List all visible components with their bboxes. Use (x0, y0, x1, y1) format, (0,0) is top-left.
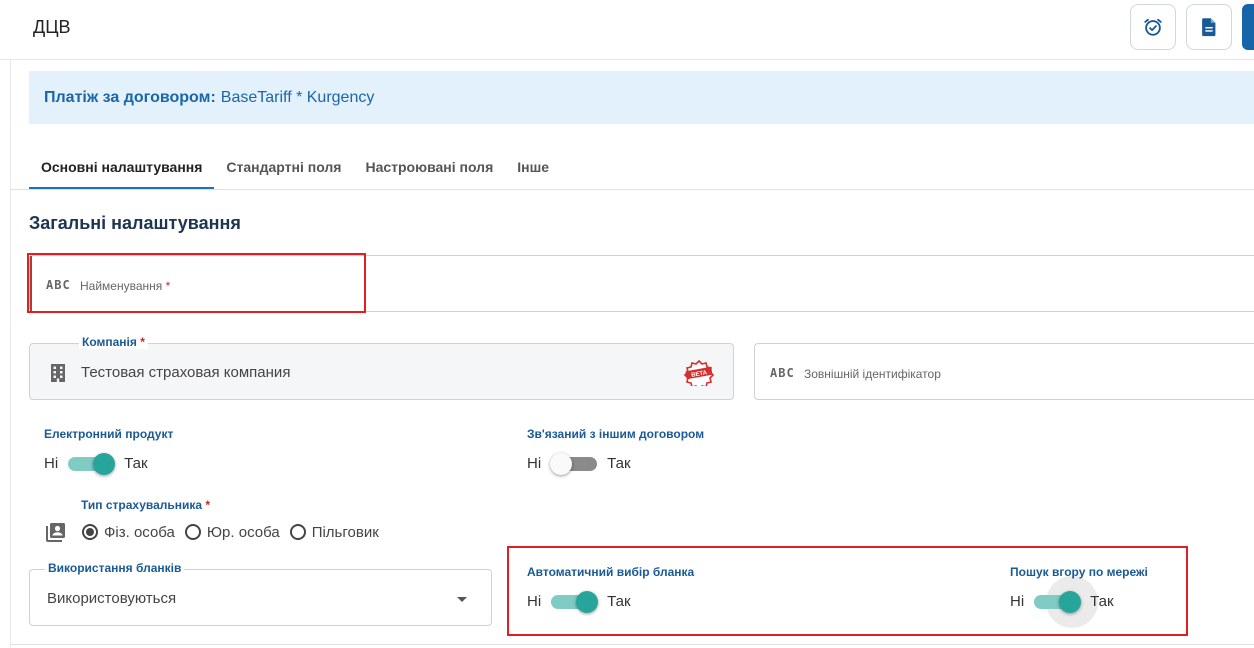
alarm-button[interactable] (1130, 4, 1176, 50)
text-abc-icon: ABC (770, 366, 795, 380)
tab-custom-fields[interactable]: Настроювані поля (353, 146, 505, 189)
tab-bar: Основні налаштування Стандартні поля Нас… (29, 146, 561, 189)
chevron-down-icon (457, 597, 467, 602)
radio-individual[interactable]: Фіз. особа (82, 524, 175, 541)
menu-button-edge[interactable] (1242, 4, 1254, 50)
company-field[interactable]: Тестовая страховая компания BETA (29, 343, 734, 400)
tab-other[interactable]: Інше (505, 146, 561, 189)
radio-beneficiary[interactable]: Пільговик (289, 524, 379, 541)
contact-list-icon (46, 523, 65, 542)
linked-contract-toggle-row: Ні Так (527, 452, 631, 475)
tabs-divider (10, 189, 1254, 190)
document-button[interactable] (1186, 4, 1232, 50)
beta-badge-icon: BETA (683, 360, 715, 386)
electronic-product-label: Електронний продукт (44, 427, 174, 441)
alarm-check-icon (1144, 18, 1162, 36)
insurer-type-label: Тип страхувальника * (81, 498, 211, 512)
payment-banner: Платіж за договором: BaseTariff * Kurgen… (29, 71, 1254, 124)
switch-knob (93, 452, 116, 475)
banner-value: BaseTariff * Kurgency (220, 88, 375, 106)
document-icon (1202, 18, 1216, 37)
external-id-input[interactable]: ABC Зовнішній ідентифікатор (754, 343, 1254, 400)
highlight-box-name (27, 253, 366, 313)
radio-circle (184, 524, 201, 540)
linked-contract-switch[interactable] (550, 452, 598, 475)
company-value: Тестовая страховая компания (81, 364, 291, 381)
radio-legal-entity[interactable]: Юр. особа (184, 524, 280, 541)
external-id-placeholder: Зовнішній ідентифікатор (804, 367, 941, 381)
toggle-on-text: Так (124, 455, 148, 472)
app-title: ДЦВ (33, 17, 71, 37)
toggle-off-text: Ні (44, 455, 59, 472)
banner-label: Платіж за договором: (44, 88, 216, 106)
electronic-product-switch[interactable] (68, 452, 116, 475)
radio-circle (289, 524, 306, 540)
top-bar: ДЦВ (0, 0, 1254, 60)
company-label: Компанія * (79, 335, 148, 349)
blanks-usage-value: Використовуються (47, 590, 177, 607)
left-border (10, 60, 11, 648)
switch-knob (550, 452, 573, 475)
tab-main-settings[interactable]: Основні налаштування (29, 146, 215, 189)
section-title: Загальні налаштування (29, 213, 241, 233)
building-icon (51, 364, 65, 382)
toggle-off-text: Ні (527, 455, 542, 472)
toggle-on-text: Так (607, 455, 631, 472)
electronic-product-toggle-row: Ні Так (44, 452, 148, 475)
blanks-usage-label: Використання бланків (45, 561, 185, 575)
highlight-box-toggles (507, 546, 1188, 636)
radio-circle-selected (82, 524, 98, 540)
bottom-divider (10, 644, 1254, 645)
tab-standard-fields[interactable]: Стандартні поля (214, 146, 353, 189)
linked-contract-label: Зв'язаний з іншим договором (527, 427, 705, 441)
insurer-type-radio-group: Фіз. особа Юр. особа Пільговик (46, 522, 389, 542)
blanks-usage-select[interactable]: Використовуються (29, 569, 492, 626)
